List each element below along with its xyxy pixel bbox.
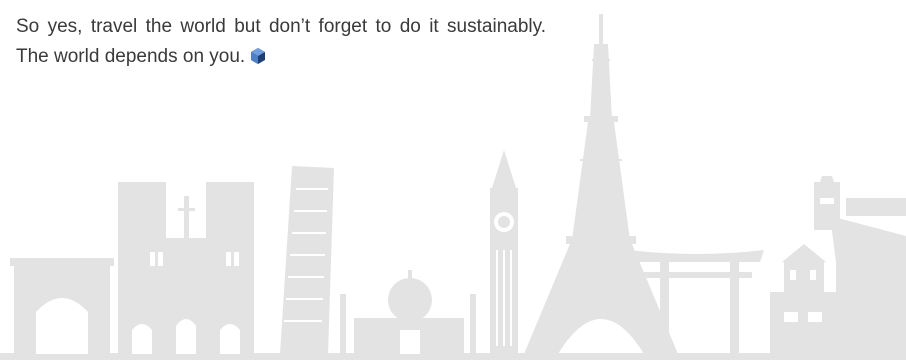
notre-dame-silhouette [118,182,254,354]
leaning-tower-silhouette [280,166,334,354]
closing-paragraph-text: So yes, travel the world but don’t forge… [16,16,546,67]
blue-gem-icon [249,45,267,75]
eiffel-tower-silhouette [524,14,678,354]
arc-de-triomphe-silhouette [10,258,114,354]
ground-strip [0,353,906,360]
closing-paragraph: So yes, travel the world but don’t forge… [16,12,546,75]
taj-mahal-silhouette [340,270,476,354]
big-ben-silhouette [490,150,518,354]
pagoda-silhouette [770,244,836,354]
